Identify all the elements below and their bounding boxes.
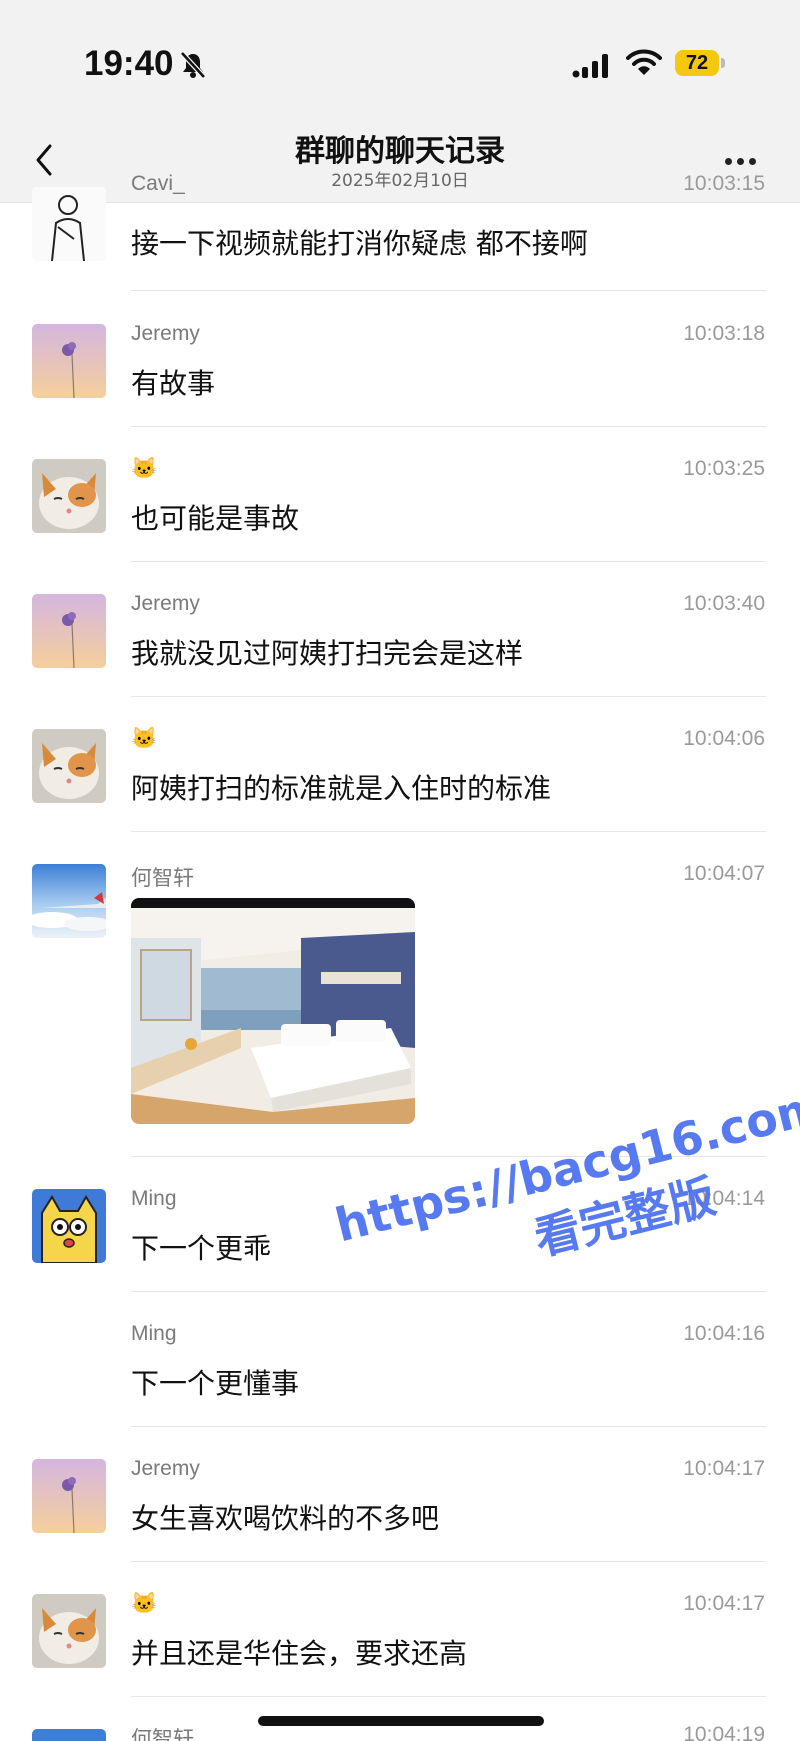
chat-message[interactable]: 🐱 10:04:06 阿姨打扫的标准就是入住时的标准: [0, 715, 800, 835]
divider: [131, 1426, 766, 1427]
avatar[interactable]: [32, 594, 106, 668]
message-time: 10:04:19: [683, 1723, 765, 1741]
divider: [131, 426, 766, 427]
home-indicator[interactable]: [258, 1716, 544, 1726]
chat-message[interactable]: Ming 10:04:16 下一个更懂事: [0, 1310, 800, 1430]
avatar[interactable]: [32, 187, 106, 261]
avatar[interactable]: [32, 864, 106, 938]
sender-name: Ming: [131, 1322, 177, 1345]
divider: [131, 1696, 766, 1697]
page-title: 群聊的聊天记录: [295, 134, 505, 169]
sender-name: Cavi_: [131, 172, 185, 195]
sender-name: 何智轩: [131, 867, 194, 890]
message-text: 并且还是华住会，要求还高: [131, 1637, 468, 1670]
status-bar: 19:40 72: [0, 0, 800, 120]
avatar[interactable]: [32, 1729, 106, 1741]
message-text: 有故事: [131, 367, 216, 400]
divider: [131, 1561, 766, 1562]
chat-message[interactable]: Jeremy 10:04:17 女生喜欢喝饮料的不多吧: [0, 1445, 800, 1565]
flower-avatar-icon: [32, 594, 106, 668]
divider: [131, 696, 766, 697]
message-time: 10:04:06: [683, 727, 765, 750]
cartoon-cat-icon: [32, 1189, 106, 1263]
bell-muted-icon: [180, 51, 206, 79]
battery-tip: [721, 58, 725, 68]
more-dot-icon: [749, 158, 756, 165]
sender-name: 🐱: [131, 727, 158, 750]
more-dot-icon: [737, 158, 744, 165]
sender-name: 🐱: [131, 457, 158, 480]
chat-message[interactable]: Cavi_ 10:03:15 接一下视频就能打消你疑虑 都不接啊: [0, 172, 800, 292]
message-time: 10:03:25: [683, 457, 765, 480]
message-text: 也可能是事故: [131, 502, 300, 535]
avatar[interactable]: [32, 324, 106, 398]
message-time: 10:03:15: [683, 172, 765, 195]
sender-name: 何智轩: [131, 1728, 194, 1741]
sender-name: Jeremy: [131, 322, 200, 345]
sender-name: Ming: [131, 1187, 177, 1210]
message-time: 10:03:18: [683, 322, 765, 345]
flower-avatar-icon: [32, 1459, 106, 1533]
message-text: 女生喜欢喝饮料的不多吧: [131, 1502, 440, 1535]
sender-name: 🐱: [131, 1592, 158, 1615]
battery-indicator: 72: [675, 50, 719, 76]
wifi-icon: [626, 49, 662, 75]
more-options-button[interactable]: [725, 150, 765, 165]
avatar[interactable]: [32, 729, 106, 803]
message-text: 下一个更乖: [131, 1232, 272, 1265]
cat-photo-icon: [32, 459, 106, 533]
message-time: 10:04:16: [683, 1322, 765, 1345]
person-sketch-icon: [32, 187, 106, 261]
chat-message[interactable]: 🐱 10:03:25 也可能是事故: [0, 445, 800, 565]
message-text: 阿姨打扫的标准就是入住时的标准: [131, 772, 552, 805]
more-dot-icon: [725, 158, 732, 165]
image-message[interactable]: [131, 898, 415, 1124]
status-time: 19:40: [84, 44, 174, 83]
sender-name: Jeremy: [131, 592, 200, 615]
airplane-sky-icon: [32, 864, 106, 938]
cellular-signal-icon: [572, 54, 608, 78]
hotel-room-photo: [131, 898, 415, 1124]
chat-message[interactable]: 🐱 10:04:17 并且还是华住会，要求还高: [0, 1580, 800, 1700]
airplane-sky-icon: [32, 1729, 106, 1741]
message-text: 下一个更懂事: [131, 1367, 300, 1400]
message-text: 我就没见过阿姨打扫完会是这样: [131, 637, 524, 670]
message-time: 10:04:17: [683, 1457, 765, 1480]
avatar[interactable]: [32, 1459, 106, 1533]
cat-photo-icon: [32, 729, 106, 803]
chat-message[interactable]: Jeremy 10:03:18 有故事: [0, 310, 800, 430]
avatar[interactable]: [32, 459, 106, 533]
avatar[interactable]: [32, 1594, 106, 1668]
chat-message[interactable]: Jeremy 10:03:40 我就没见过阿姨打扫完会是这样: [0, 580, 800, 700]
message-time: 10:04:07: [683, 862, 765, 885]
message-time: 10:03:40: [683, 592, 765, 615]
avatar[interactable]: [32, 1189, 106, 1263]
flower-avatar-icon: [32, 324, 106, 398]
divider: [131, 561, 766, 562]
message-time: 10:04:17: [683, 1592, 765, 1615]
divider: [131, 831, 766, 832]
sender-name: Jeremy: [131, 1457, 200, 1480]
divider: [131, 290, 766, 291]
cat-photo-icon: [32, 1594, 106, 1668]
message-text: 接一下视频就能打消你疑虑 都不接啊: [131, 227, 588, 260]
